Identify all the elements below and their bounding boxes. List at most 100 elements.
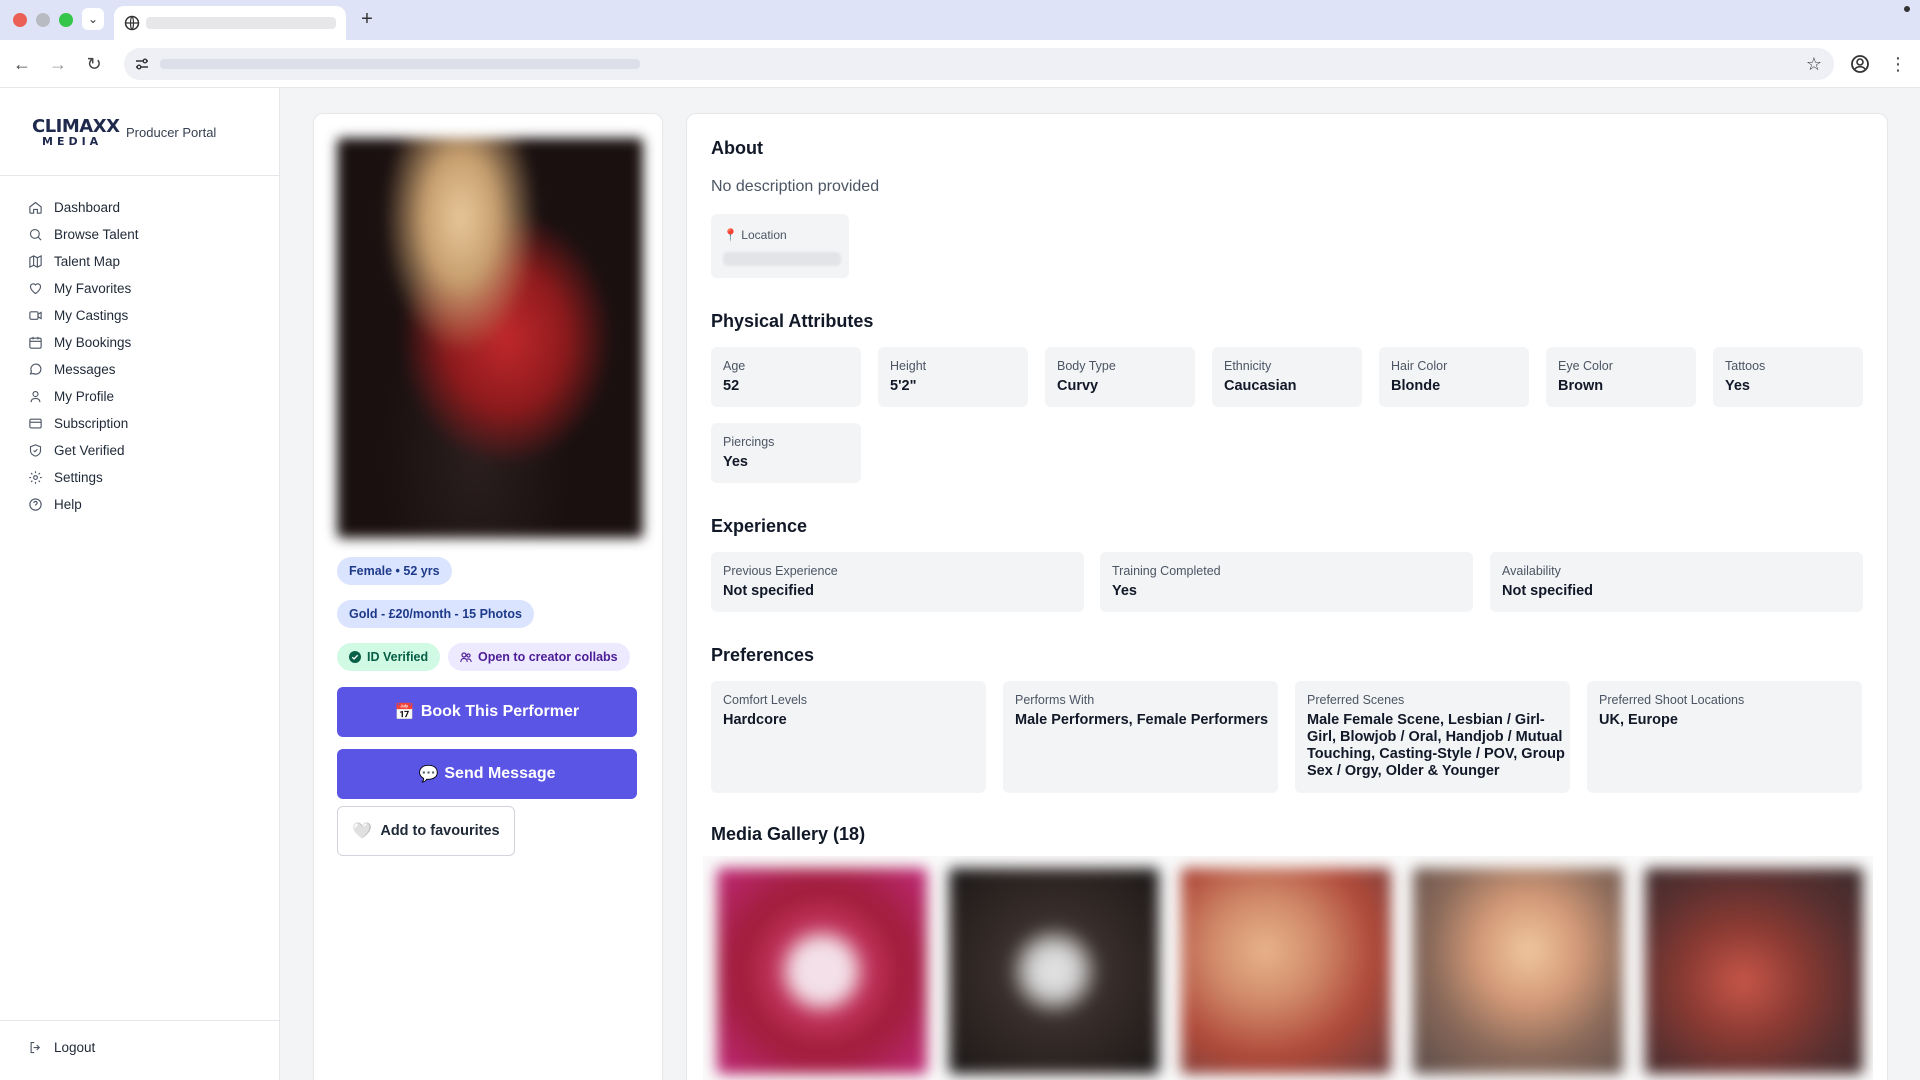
attr-height: Height 5'2" [878,347,1028,407]
sidebar-item-my-castings[interactable]: My Castings [28,302,139,329]
exp-availability: Availability Not specified [1490,552,1863,612]
new-tab-plus-icon[interactable]: + [356,8,378,30]
attr-label: Eye Color [1558,359,1613,373]
video-icon [29,311,42,320]
home-icon [29,201,42,214]
sidebar-item-talent-map[interactable]: Talent Map [28,248,139,275]
attr-eye-color: Eye Color Brown [1546,347,1696,407]
account-icon[interactable] [1848,52,1872,76]
gallery-thumbnail[interactable] [1645,868,1863,1074]
card-icon [29,418,42,429]
forward-arrow-icon[interactable]: → [46,52,70,76]
calendar-emoji-icon: 📅 [394,704,415,721]
logout-button[interactable]: Logout [28,1040,95,1055]
attr-label: Height [890,359,927,373]
attr-label: Hair Color [1391,359,1448,373]
white-heart-icon: 🤍 [352,823,373,840]
sidebar-item-label: Dashboard [54,200,121,215]
sidebar-divider [0,175,279,176]
preferences-heading: Preferences [711,645,815,665]
site-settings-icon[interactable] [134,56,150,72]
attr-value: Yes [1112,583,1137,599]
sidebar-item-my-bookings[interactable]: My Bookings [28,329,139,356]
attr-label: Age [723,359,746,373]
attr-value: Not specified [1502,583,1594,599]
sidebar-item-label: Talent Map [54,254,121,269]
attr-label: Previous Experience [723,564,838,578]
sidebar-item-subscription[interactable]: Subscription [28,410,139,437]
attr-label: Tattoos [1725,359,1766,373]
attr-piercings: Piercings Yes [711,423,861,483]
sidebar-item-help[interactable]: Help [28,491,139,518]
profile-photo[interactable] [337,138,643,538]
attr-label: Piercings [723,435,775,449]
browser-tab-strip: ⌄ + [0,0,1920,40]
gallery-thumbnail[interactable] [1413,868,1623,1074]
exp-previous-experience: Previous Experience Not specified [711,552,1084,612]
sidebar: CLIMAXX MEDIA Producer Portal Dashboard … [0,88,280,1080]
tab-search-chevron-icon[interactable]: ⌄ [82,8,104,30]
attr-body-type: Body Type Curvy [1045,347,1195,407]
id-verified-label: ID Verified [367,650,429,664]
speech-bubble-icon: 💬 [418,766,439,783]
gallery-thumbnail[interactable] [949,868,1159,1074]
gallery-thumbnail[interactable] [717,868,927,1074]
attr-hair-color: Hair Color Blonde [1379,347,1529,407]
profile-card: Female • 52 yrs Gold - £20/month - 15 Ph… [313,113,663,1080]
pin-icon: 📍 [723,228,738,242]
add-to-favourites-button[interactable]: 🤍 Add to favourites [337,806,515,856]
attr-value: 52 [723,378,740,394]
subscription-tier-badge: Gold - £20/month - 15 Photos [337,600,534,628]
brand-logo[interactable]: CLIMAXX MEDIA [32,118,120,148]
heart-icon [29,283,42,295]
pref-shoot-locations: Preferred Shoot Locations UK, Europe [1587,681,1862,793]
browser-tab[interactable] [114,6,346,40]
gallery-thumbnail[interactable] [1181,868,1391,1074]
send-message-button[interactable]: 💬 Send Message [337,749,637,799]
pref-performs-with: Performs With Male Performers, Female Per… [1003,681,1278,793]
sidebar-item-my-profile[interactable]: My Profile [28,383,139,410]
sidebar-item-get-verified[interactable]: Get Verified [28,437,139,464]
minimize-window-button[interactable] [36,13,50,27]
attr-label: Comfort Levels [723,693,808,707]
sidebar-item-label: My Favorites [54,281,132,296]
attr-value: Yes [723,454,748,470]
group-icon [460,652,472,663]
attr-label: Ethnicity [1224,359,1272,373]
media-gallery [703,856,1873,1080]
attr-value: Male Female Scene, Lesbian / Girl-Girl, … [1307,712,1565,779]
sidebar-item-browse-talent[interactable]: Browse Talent [28,221,139,248]
address-bar[interactable]: ☆ [124,48,1834,80]
sidebar-item-settings[interactable]: Settings [28,464,139,491]
attr-value: Not specified [723,583,815,599]
about-heading: About [711,138,763,158]
sidebar-item-dashboard[interactable]: Dashboard [28,194,139,221]
attr-label: Performs With [1015,693,1095,707]
location-label: 📍 Location [723,228,787,242]
send-message-label: Send Message [444,765,556,782]
browser-toolbar: ← → ↻ ☆ ⋮ [0,40,1920,88]
sidebar-item-messages[interactable]: Messages [28,356,139,383]
attr-value: Male Performers, Female Performers [1015,712,1269,728]
gear-icon [29,471,42,484]
media-gallery-heading: Media Gallery (18) [711,824,866,844]
kebab-menu-icon[interactable]: ⋮ [1886,52,1910,76]
about-description: No description provided [711,178,880,195]
sidebar-item-label: My Bookings [54,335,132,350]
maximize-window-button[interactable] [59,13,73,27]
reload-icon[interactable]: ↻ [82,52,106,76]
back-arrow-icon[interactable]: ← [10,52,34,76]
pref-comfort-levels: Comfort Levels Hardcore [711,681,986,793]
bookmark-star-icon[interactable]: ☆ [1806,52,1822,76]
book-performer-button[interactable]: 📅 Book This Performer [337,687,637,737]
sidebar-item-label: My Castings [54,308,129,323]
attr-value: Hardcore [723,712,787,728]
details-card: About No description provided 📍 Location… [686,113,1888,1080]
attr-value: 5'2" [890,378,917,394]
sidebar-item-my-favorites[interactable]: My Favorites [28,275,139,302]
attr-label: Preferred Shoot Locations [1599,693,1745,707]
message-icon [29,363,42,375]
close-window-button[interactable] [13,13,27,27]
sidebar-item-label: Settings [54,470,103,485]
id-verified-badge: ID Verified [337,643,441,671]
